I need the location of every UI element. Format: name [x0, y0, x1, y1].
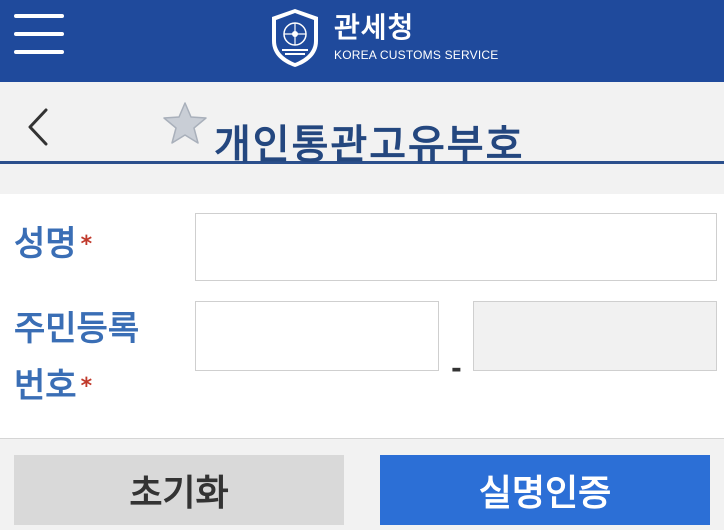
- menu-bar: [14, 50, 64, 54]
- name-label: 성명 *: [14, 222, 92, 267]
- page-title-bar: 개인통관고유부호: [0, 82, 724, 194]
- rrn-separator: -: [451, 354, 462, 384]
- page-title: 개인통관고유부호: [214, 122, 525, 168]
- agency-name-block: 관세청 KOREA CUSTOMS SERVICE: [334, 13, 498, 63]
- menu-bar: [14, 14, 64, 18]
- customs-emblem-icon: [272, 9, 318, 67]
- action-bar: 초기화 실명인증: [0, 439, 724, 530]
- required-mark: *: [80, 232, 93, 257]
- name-label-text: 성명: [14, 224, 77, 264]
- hamburger-menu-icon[interactable]: [14, 14, 64, 54]
- agency-name: 관세청: [334, 11, 415, 44]
- rrn-label-line2: 번호 *: [14, 364, 92, 409]
- agency-logo[interactable]: 관세청 KOREA CUSTOMS SERVICE: [268, 6, 498, 70]
- agency-name-english: KOREA CUSTOMS SERVICE: [334, 48, 499, 62]
- identity-form: 성명 * 주민등록 번호 * -: [0, 194, 724, 439]
- menu-bar: [14, 32, 64, 36]
- rrn-label-line1: 주민등록: [14, 309, 140, 349]
- verify-button[interactable]: 실명인증: [380, 455, 710, 525]
- reset-button[interactable]: 초기화: [14, 455, 344, 525]
- rrn-back-input[interactable]: [473, 301, 717, 371]
- star-icon[interactable]: [162, 101, 208, 145]
- app-header: 관세청 KOREA CUSTOMS SERVICE: [0, 0, 724, 82]
- rrn-front-input[interactable]: [195, 301, 439, 371]
- chevron-left-icon[interactable]: [20, 102, 60, 152]
- name-input[interactable]: [195, 213, 717, 281]
- rrn-label-line2-text: 번호: [14, 366, 77, 406]
- required-mark: *: [80, 374, 93, 399]
